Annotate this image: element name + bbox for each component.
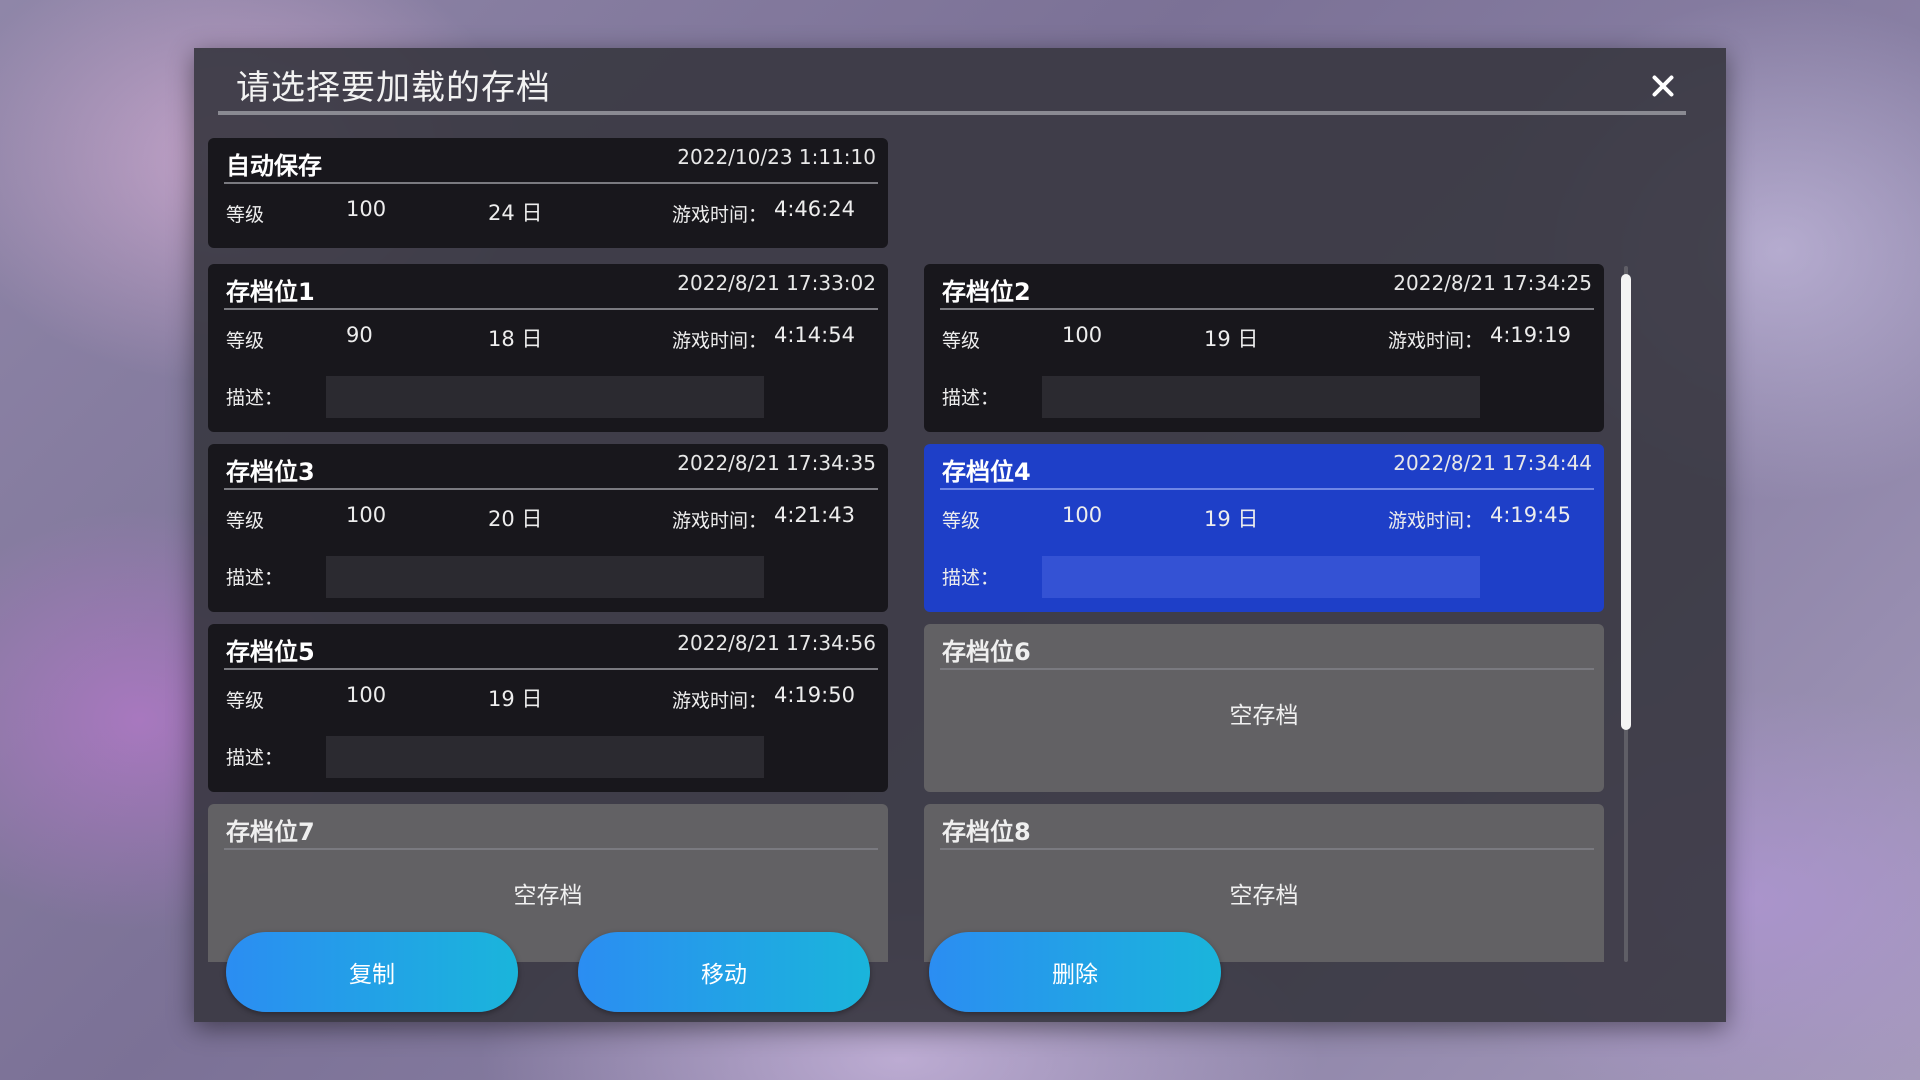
description-input[interactable] [1042,556,1480,598]
slot-date: 2022/8/21 17:33:02 [677,271,876,295]
level-value: 90 [346,323,373,347]
level-label: 等级 [942,330,981,352]
slot-date: 2022/8/21 17:34:25 [1393,271,1592,295]
playtime-label: 游戏时间： [1388,510,1484,532]
slot-name: 存档位8 [942,818,1031,846]
level-value: 100 [346,197,387,221]
slot-name: 存档位4 [942,458,1031,486]
description-label: 描述： [226,387,284,409]
day-value: 19 日 [488,687,543,711]
day-value: 20 日 [488,507,543,531]
close-icon[interactable] [1640,62,1688,110]
slot-divider [224,848,878,850]
description-input[interactable] [1042,376,1480,418]
slot-name: 存档位1 [226,278,315,306]
slot-name: 存档位7 [226,818,315,846]
playtime-value: 4:46:24 [774,197,855,221]
playtime-value: 4:19:45 [1490,503,1571,527]
empty-slot-text: 空存档 [513,883,583,909]
level-label: 等级 [226,510,265,532]
description-label: 描述： [226,747,284,769]
slot-date: 2022/8/21 17:34:56 [677,631,876,655]
save-slot-6[interactable]: 存档位6 空存档 [924,624,1604,792]
slot-divider [940,848,1594,850]
level-label: 等级 [226,690,265,712]
playtime-value: 4:19:50 [774,683,855,707]
slot-divider [940,488,1594,490]
save-slot-4[interactable]: 存档位4 2022/8/21 17:34:44 等级 100 19 日 游戏时间… [924,444,1604,612]
day-value: 24 日 [488,201,543,225]
description-input[interactable] [326,376,764,418]
playtime-value: 4:14:54 [774,323,855,347]
description-input[interactable] [326,736,764,778]
slot-name: 存档位3 [226,458,315,486]
description-input[interactable] [326,556,764,598]
slot-date: 2022/8/21 17:34:35 [677,451,876,475]
playtime-label: 游戏时间： [672,204,768,226]
slot-divider [224,182,878,184]
slot-name: 自动保存 [226,152,322,180]
playtime-label: 游戏时间： [672,690,768,712]
level-value: 100 [1062,323,1103,347]
playtime-label: 游戏时间： [1388,330,1484,352]
description-label: 描述： [942,567,1000,589]
slot-name: 存档位5 [226,638,315,666]
day-value: 19 日 [1204,327,1259,351]
playtime-label: 游戏时间： [672,510,768,532]
slot-name: 存档位2 [942,278,1031,306]
title-divider [218,111,1686,115]
slot-divider [224,488,878,490]
slot-date: 2022/10/23 1:11:10 [677,145,876,169]
day-value: 18 日 [488,327,543,351]
description-label: 描述： [226,567,284,589]
save-slot-1[interactable]: 存档位1 2022/8/21 17:33:02 等级 90 18 日 游戏时间：… [208,264,888,432]
dialog-title: 请选择要加载的存档 [236,68,551,108]
load-save-dialog: 请选择要加载的存档 自动保存 2022/10/23 1:11:10 等级 100… [194,48,1726,1022]
slot-name: 存档位6 [942,638,1031,666]
playtime-value: 4:21:43 [774,503,855,527]
save-slot-3[interactable]: 存档位3 2022/8/21 17:34:35 等级 100 20 日 游戏时间… [208,444,888,612]
copy-button[interactable]: 复制 [226,932,518,1012]
level-value: 100 [1062,503,1103,527]
description-label: 描述： [942,387,1000,409]
move-button[interactable]: 移动 [578,932,870,1012]
slot-divider [940,308,1594,310]
save-slot-5[interactable]: 存档位5 2022/8/21 17:34:56 等级 100 19 日 游戏时间… [208,624,888,792]
save-slot-2[interactable]: 存档位2 2022/8/21 17:34:25 等级 100 19 日 游戏时间… [924,264,1604,432]
playtime-label: 游戏时间： [672,330,768,352]
level-value: 100 [346,683,387,707]
level-value: 100 [346,503,387,527]
scrollbar-thumb[interactable] [1621,274,1631,730]
empty-slot-text: 空存档 [1229,703,1299,729]
level-label: 等级 [226,330,265,352]
playtime-value: 4:19:19 [1490,323,1571,347]
slot-date: 2022/8/21 17:34:44 [1393,451,1592,475]
autosave-slot[interactable]: 自动保存 2022/10/23 1:11:10 等级 100 24 日 游戏时间… [208,138,888,248]
day-value: 19 日 [1204,507,1259,531]
slot-divider [940,668,1594,670]
empty-slot-text: 空存档 [1229,883,1299,909]
save-slot-list[interactable]: 自动保存 2022/10/23 1:11:10 等级 100 24 日 游戏时间… [208,138,1658,962]
slot-divider [224,308,878,310]
slot-divider [224,668,878,670]
level-label: 等级 [942,510,981,532]
level-label: 等级 [226,204,265,226]
delete-button[interactable]: 删除 [929,932,1221,1012]
